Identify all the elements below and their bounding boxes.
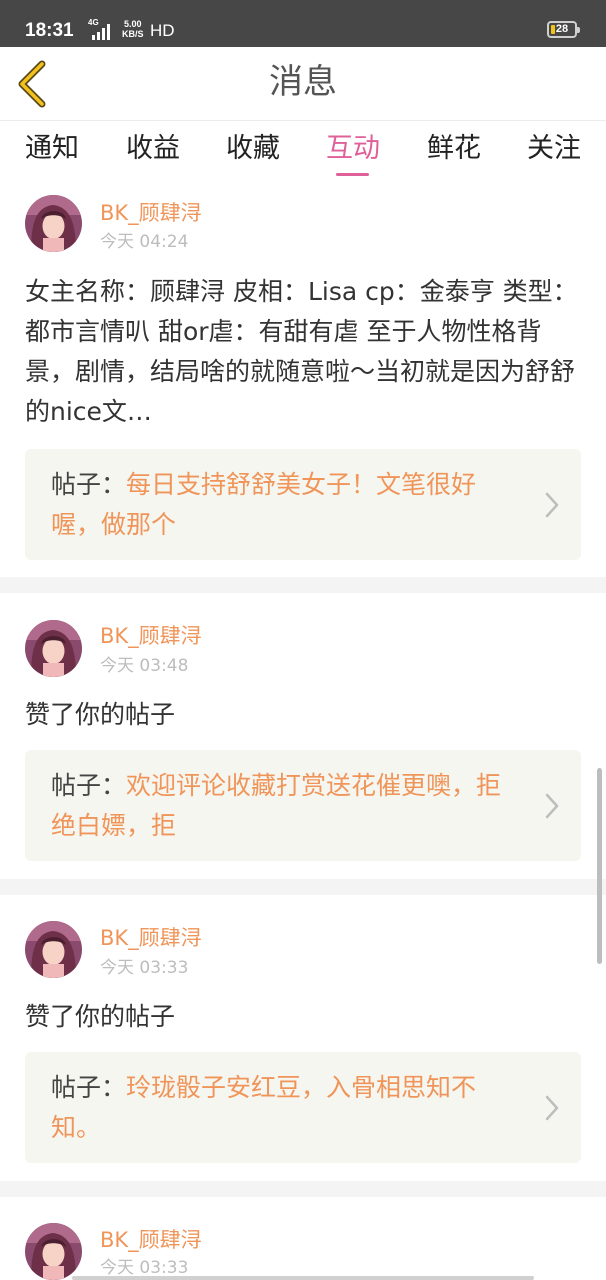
post-reference[interactable]: 帖子：玲珑骰子安红豆，入骨相思知不知。 [25,1052,581,1163]
post-label: 帖子： [51,1073,127,1102]
timestamp: 今天 03:33 [100,958,189,978]
list-item: BK_顾肆浔 今天 03:33 [0,1197,606,1280]
scrollbar[interactable] [597,768,602,964]
chevron-right-icon [545,492,559,518]
timestamp: 今天 04:24 [100,232,189,252]
post-label: 帖子： [51,470,127,499]
post-reference[interactable]: 帖子：欢迎评论收藏打赏送花催更噢，拒绝白嫖，拒 [25,750,581,861]
tab-interactions[interactable]: 互动 [326,129,380,169]
tab-earnings[interactable]: 收益 [126,129,180,169]
username[interactable]: BK_顾肆浔 [100,199,202,227]
list-item: BK_顾肆浔 今天 03:33 赞了你的帖子 帖子：玲珑骰子安红豆，入骨相思知不… [0,895,606,1181]
page-title: 消息 [269,62,337,102]
network-speed: 5.00 KB/S [122,19,144,39]
list-item: BK_顾肆浔 今天 04:24 女主名称：顾肆浔 皮相：Lisa cp：金泰亨 … [0,183,606,577]
username[interactable]: BK_顾肆浔 [100,622,202,650]
message-text: 赞了你的帖子 [25,700,176,729]
avatar[interactable] [25,620,82,677]
status-bar: 18:31 4G 5.00 KB/S HD 28 [0,0,606,47]
chevron-right-icon [545,793,559,819]
battery-level: 28 [555,23,569,35]
divider [0,879,606,895]
status-time: 18:31 [25,20,74,41]
avatar-image [25,921,82,978]
battery-icon: 28 [547,21,580,38]
chevron-right-icon [545,1095,559,1121]
divider [0,1181,606,1197]
avatar-image [25,620,82,677]
hd-indicator: HD [150,21,175,40]
username[interactable]: BK_顾肆浔 [100,924,202,952]
tab-favorites[interactable]: 收藏 [226,129,280,169]
home-indicator [72,1276,534,1280]
active-tab-indicator [336,173,369,176]
message-text: 女主名称：顾肆浔 皮相：Lisa cp：金泰亨 类型：都市言情叭 甜or虐：有甜… [25,277,578,426]
avatar-image [25,195,82,252]
message-text: 赞了你的帖子 [25,1002,176,1031]
avatar[interactable] [25,1223,82,1280]
post-reference[interactable]: 帖子：每日支持舒舒美女子！文笔很好喔，做那个 [25,449,581,560]
tab-following[interactable]: 关注 [527,129,581,169]
cellular-signal-icon: 4G [88,18,114,40]
timestamp: 今天 03:48 [100,656,189,676]
avatar[interactable] [25,195,82,252]
avatar-image [25,1223,82,1280]
divider [0,577,606,593]
post-label: 帖子： [51,771,127,800]
avatar[interactable] [25,921,82,978]
tab-bar: 通知 收益 收藏 互动 鲜花 关注 [0,121,606,183]
username[interactable]: BK_顾肆浔 [100,1226,202,1254]
nav-bar: 消息 [0,47,606,121]
list-item: BK_顾肆浔 今天 03:48 赞了你的帖子 帖子：欢迎评论收藏打赏送花催更噢，… [0,593,606,879]
tab-flowers[interactable]: 鲜花 [427,129,481,169]
tab-notifications[interactable]: 通知 [25,129,79,169]
